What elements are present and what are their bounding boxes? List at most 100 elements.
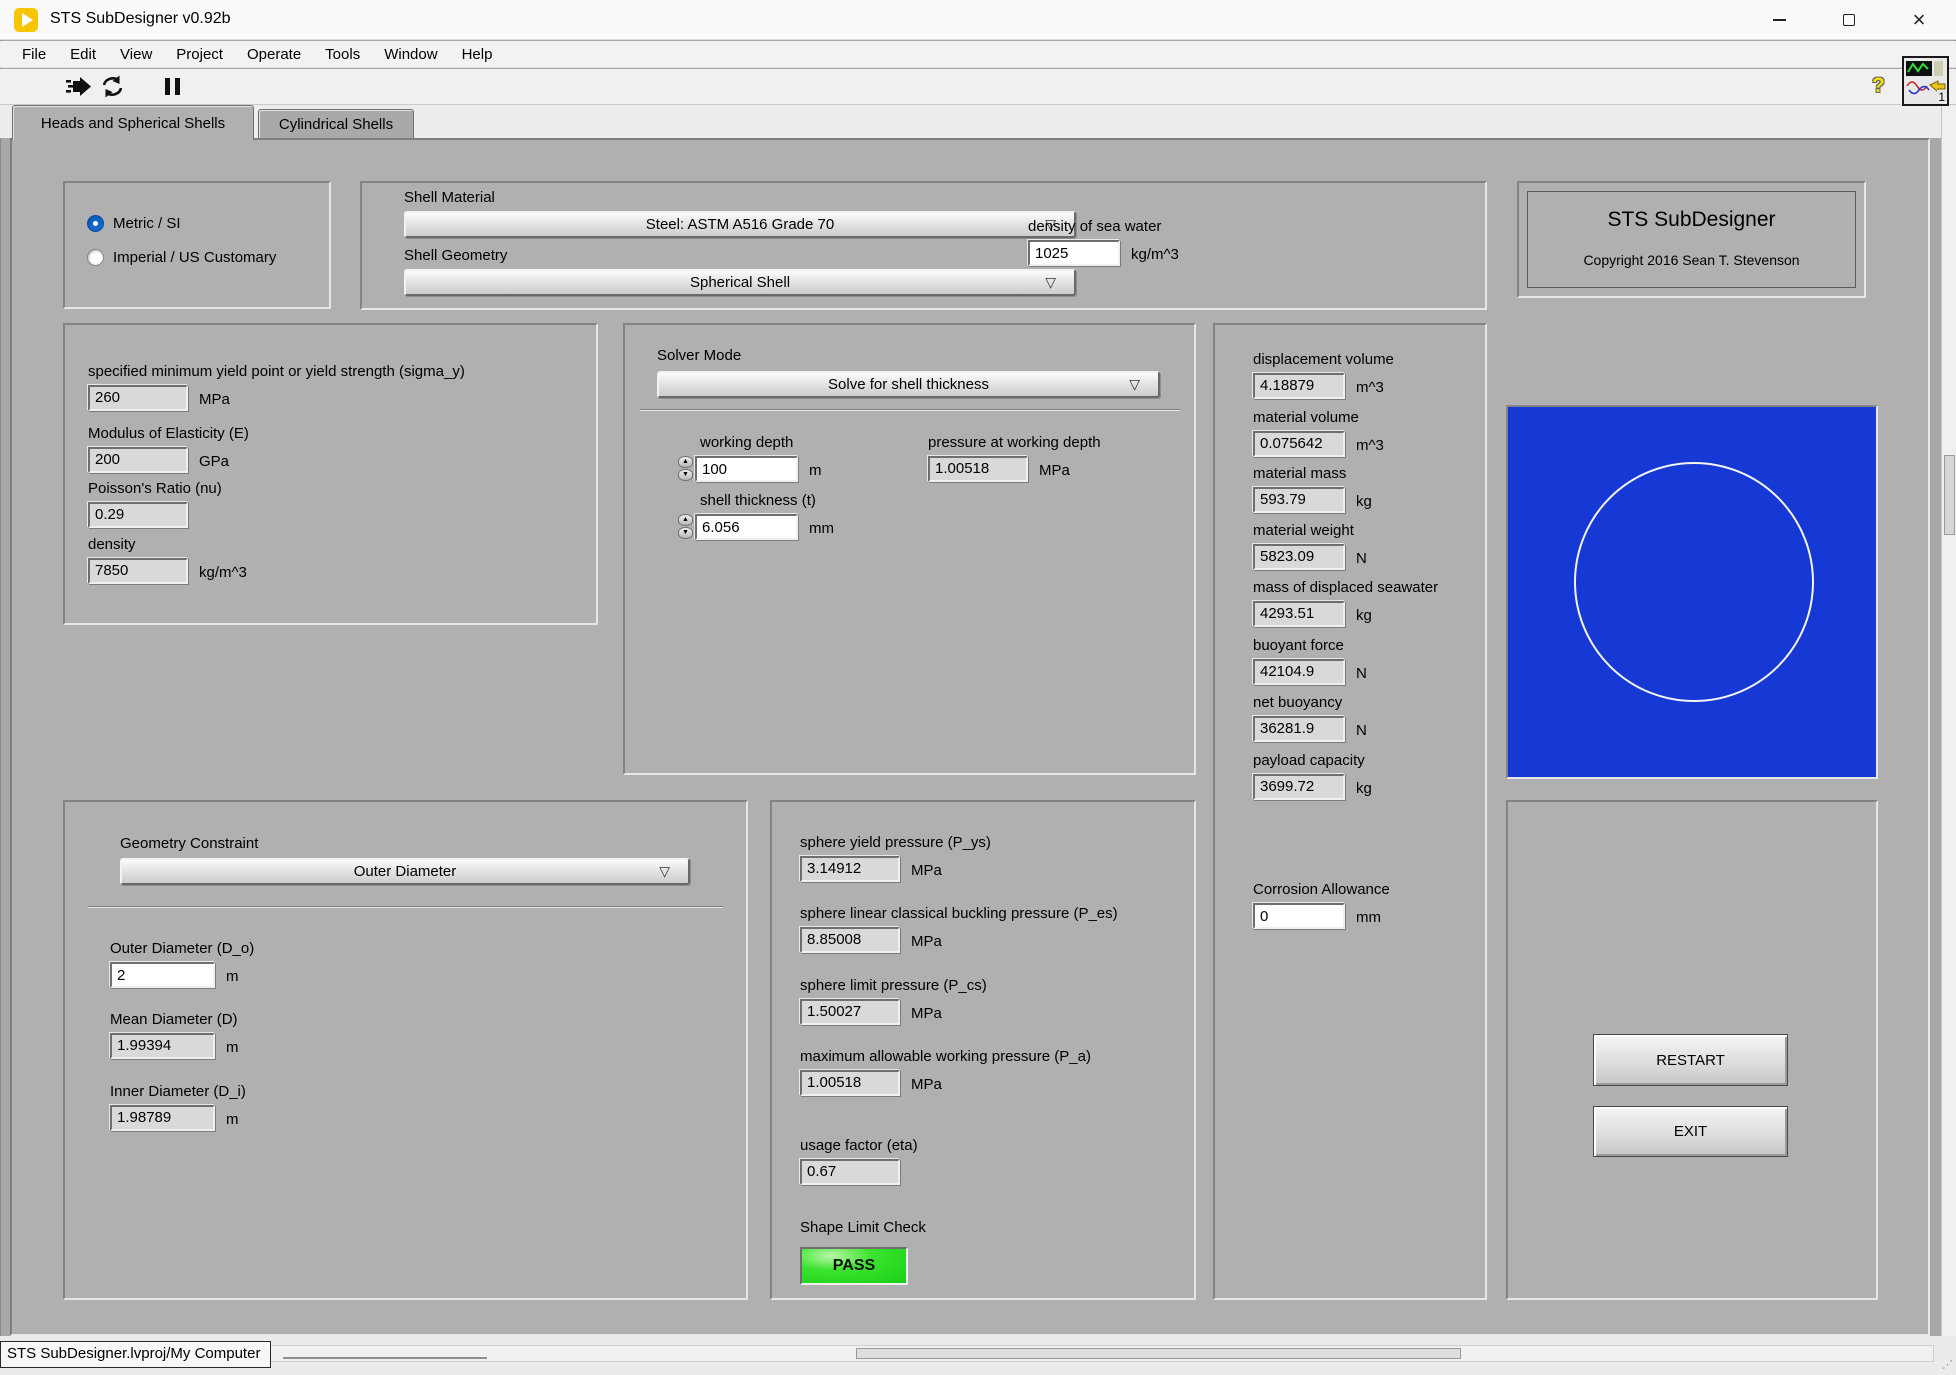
about-inner-frame: STS SubDesigner Copyright 2016 Sean T. S… [1527, 191, 1856, 288]
horizontal-scrollbar[interactable] [256, 1345, 1934, 1362]
density-value: 7850 [88, 558, 188, 584]
vi-icon[interactable]: 1 [1902, 56, 1949, 106]
menu-operate[interactable]: Operate [235, 46, 313, 63]
shell-thickness-spinner[interactable]: ▲▼ [678, 514, 693, 540]
density-label: density [88, 536, 247, 553]
sphere-buckling-pressure-value: 8.85008 [800, 927, 900, 953]
menu-help[interactable]: Help [450, 46, 505, 63]
menu-edit[interactable]: Edit [58, 46, 108, 63]
unit-label: N [1356, 550, 1367, 570]
solver-mode-dropdown[interactable]: Solve for shell thickness ▽ [657, 371, 1160, 398]
radio-metric-si[interactable]: Metric / SI [87, 215, 181, 232]
working-depth-label: working depth [700, 434, 822, 451]
menu-view[interactable]: View [108, 46, 164, 63]
menu-tools[interactable]: Tools [313, 46, 372, 63]
field-material-mass: material mass 593.79 kg [1253, 465, 1372, 513]
material-weight-label: material weight [1253, 522, 1367, 539]
working-depth-input[interactable] [695, 456, 798, 482]
labview-app-icon [14, 8, 38, 32]
field-corrosion-allowance: Corrosion Allowance mm [1253, 881, 1390, 929]
shell-thickness-label: shell thickness (t) [700, 492, 834, 509]
decrement-icon[interactable]: ▼ [678, 469, 693, 481]
field-outer-diameter: Outer Diameter (D_o) m [110, 940, 254, 988]
vertical-scrollbar[interactable] [1941, 105, 1956, 1336]
max-allowable-pressure-label: maximum allowable working pressure (P_a) [800, 1048, 1091, 1065]
restart-button[interactable]: RESTART [1593, 1034, 1788, 1086]
unit-label: MPa [199, 391, 230, 411]
unit-label: MPa [1039, 462, 1070, 482]
pressure-at-depth-label: pressure at working depth [928, 434, 1101, 451]
menu-file[interactable]: File [10, 46, 58, 63]
material-volume-label: material volume [1253, 409, 1384, 426]
buoyant-force-value: 42104.9 [1253, 659, 1345, 685]
yield-strength-value: 260 [88, 385, 188, 411]
field-working-depth: working depth ▲▼ m [678, 434, 822, 482]
maximize-button[interactable] [1820, 0, 1878, 40]
radio-imperial-us[interactable]: Imperial / US Customary [87, 249, 276, 266]
run-arrow-icon[interactable] [66, 76, 92, 101]
increment-icon[interactable]: ▲ [678, 456, 693, 468]
menu-bar: File Edit View Project Operate Tools Win… [0, 41, 1956, 68]
corrosion-allowance-input[interactable] [1253, 903, 1345, 929]
unit-label: kg [1356, 780, 1372, 800]
solver-mode-label: Solver Mode [657, 347, 741, 364]
mean-diameter-value: 1.99394 [110, 1033, 215, 1059]
title-bar[interactable]: STS SubDesigner v0.92b × [0, 0, 1956, 40]
pause-icon[interactable] [165, 78, 180, 95]
unit-label: MPa [911, 933, 942, 953]
unit-label: kg/m^3 [1131, 246, 1179, 266]
poissons-value: 0.29 [88, 502, 188, 528]
shell-material-value: Steel: ASTM A516 Grade 70 [646, 216, 834, 233]
minimize-button[interactable] [1750, 0, 1808, 40]
close-button[interactable]: × [1890, 0, 1948, 40]
field-sphere-yield-pressure: sphere yield pressure (P_ys) 3.14912 MPa [800, 834, 991, 882]
displacement-volume-label: displacement volume [1253, 351, 1394, 368]
dropdown-arrow-icon: ▽ [1129, 376, 1140, 393]
increment-icon[interactable]: ▲ [678, 514, 693, 526]
solver-mode-value: Solve for shell thickness [828, 376, 989, 393]
shell-material-label-wrap: Shell Material [404, 189, 495, 211]
shell-material-dropdown[interactable]: Steel: ASTM A516 Grade 70 ▽ [404, 211, 1076, 238]
sphere-buckling-pressure-label: sphere linear classical buckling pressur… [800, 905, 1118, 922]
modulus-value: 200 [88, 447, 188, 473]
decrement-icon[interactable]: ▼ [678, 527, 693, 539]
outer-diameter-label: Outer Diameter (D_o) [110, 940, 254, 957]
field-poissons-ratio: Poisson's Ratio (nu) 0.29 [88, 480, 222, 528]
status-path-text: STS SubDesigner.lvproj/My Computer [7, 1345, 260, 1362]
tab-label: Heads and Spherical Shells [41, 115, 225, 132]
material-volume-value: 0.075642 [1253, 431, 1345, 457]
tab-label: Cylindrical Shells [279, 116, 393, 133]
geometry-constraint-dropdown[interactable]: Outer Diameter ▽ [120, 858, 690, 885]
menu-project[interactable]: Project [164, 46, 235, 63]
unit-label: m [809, 462, 822, 482]
usage-factor-value: 0.67 [800, 1159, 900, 1185]
menu-window[interactable]: Window [372, 46, 449, 63]
working-depth-spinner[interactable]: ▲▼ [678, 456, 693, 482]
mean-diameter-label: Mean Diameter (D) [110, 1011, 239, 1028]
shell-thickness-input[interactable] [695, 514, 798, 540]
maximize-icon [1843, 14, 1855, 26]
radio-label: Imperial / US Customary [113, 249, 276, 266]
material-mass-label: material mass [1253, 465, 1372, 482]
run-continuous-icon[interactable] [100, 75, 125, 102]
tab-cylindrical-shells[interactable]: Cylindrical Shells [258, 109, 414, 138]
shell-material-label: Shell Material [404, 189, 495, 206]
sphere-yield-pressure-value: 3.14912 [800, 856, 900, 882]
vertical-scrollbar-thumb[interactable] [1944, 455, 1955, 535]
shell-geometry-dropdown[interactable]: Spherical Shell ▽ [404, 269, 1076, 296]
resize-grip[interactable]: ⋰ [1942, 1358, 1953, 1371]
field-inner-diameter: Inner Diameter (D_i) 1.98789 m [110, 1083, 246, 1131]
dropdown-arrow-icon: ▽ [1045, 274, 1056, 291]
horizontal-scrollbar-thumb[interactable] [856, 1348, 1461, 1359]
tab-heads-spherical-shells[interactable]: Heads and Spherical Shells [12, 105, 254, 140]
exit-button[interactable]: EXIT [1593, 1106, 1788, 1157]
unit-label: mm [809, 520, 834, 540]
outer-diameter-input[interactable] [110, 962, 215, 988]
status-path-box[interactable]: STS SubDesigner.lvproj/My Computer [0, 1341, 271, 1368]
poissons-label: Poisson's Ratio (nu) [88, 480, 222, 497]
unit-label: m [226, 1111, 239, 1131]
field-pressure-at-depth: pressure at working depth 1.00518 MPa [928, 434, 1101, 482]
exit-button-label: EXIT [1674, 1123, 1707, 1140]
sea-water-density-input[interactable] [1028, 240, 1120, 266]
context-help-icon[interactable]: ? [1872, 74, 1885, 98]
